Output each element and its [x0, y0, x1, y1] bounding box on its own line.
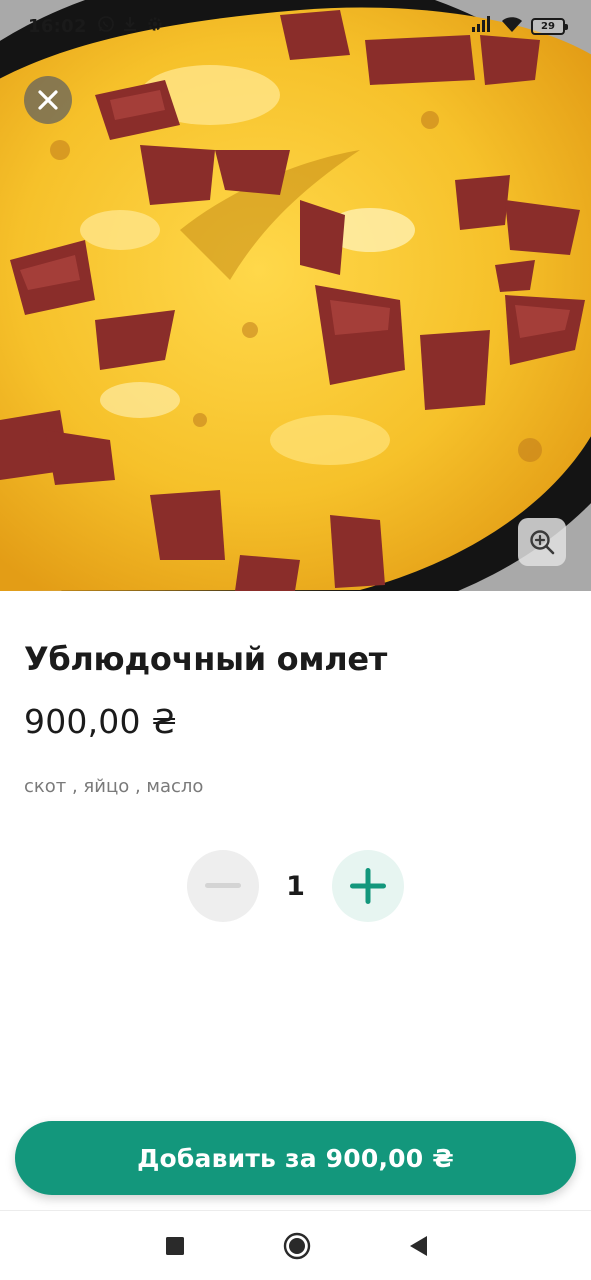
close-icon [38, 90, 58, 110]
add-to-cart-button[interactable]: Добавить за 900,00 ₴ [15, 1121, 576, 1195]
product-image [0, 0, 591, 591]
download-icon [122, 15, 138, 37]
home-icon [283, 1232, 311, 1260]
status-time: 16:02 [28, 15, 87, 37]
status-bar: 16:02 29 [0, 0, 591, 52]
product-screen: 16:02 29 Ублюдочный омлет 900,00 ₴ скот … [0, 0, 591, 1280]
increase-quantity-button[interactable] [332, 850, 404, 922]
product-title: Ублюдочный омлет [24, 640, 387, 678]
zoom-button[interactable] [518, 518, 566, 566]
quantity-stepper: 1 [187, 850, 405, 924]
decrease-quantity-button[interactable] [187, 850, 259, 922]
quantity-value: 1 [286, 870, 305, 902]
whatsapp-icon [97, 15, 115, 37]
status-left: 16:02 [28, 14, 165, 38]
add-to-cart-label: Добавить за 900,00 ₴ [137, 1143, 454, 1173]
minus-icon [205, 883, 241, 888]
product-ingredients: скот , яйцо , масло [24, 776, 204, 797]
wifi-icon [501, 16, 523, 37]
back-icon [410, 1236, 427, 1256]
product-price: 900,00 ₴ [24, 702, 178, 741]
recents-button[interactable] [135, 1211, 215, 1280]
settings-gear-icon [145, 14, 165, 38]
battery-level: 29 [541, 20, 555, 32]
zoom-in-icon [530, 530, 555, 555]
back-button[interactable] [378, 1211, 458, 1280]
signal-icon [471, 16, 493, 36]
plus-icon [350, 868, 386, 904]
status-right: 29 [471, 16, 568, 37]
omelette-photo [0, 0, 591, 591]
system-nav-bar [0, 1210, 591, 1280]
home-button[interactable] [257, 1211, 337, 1280]
close-button[interactable] [24, 76, 72, 124]
status-notification-icons [97, 14, 165, 38]
recents-icon [166, 1237, 184, 1255]
battery-icon: 29 [531, 17, 568, 35]
